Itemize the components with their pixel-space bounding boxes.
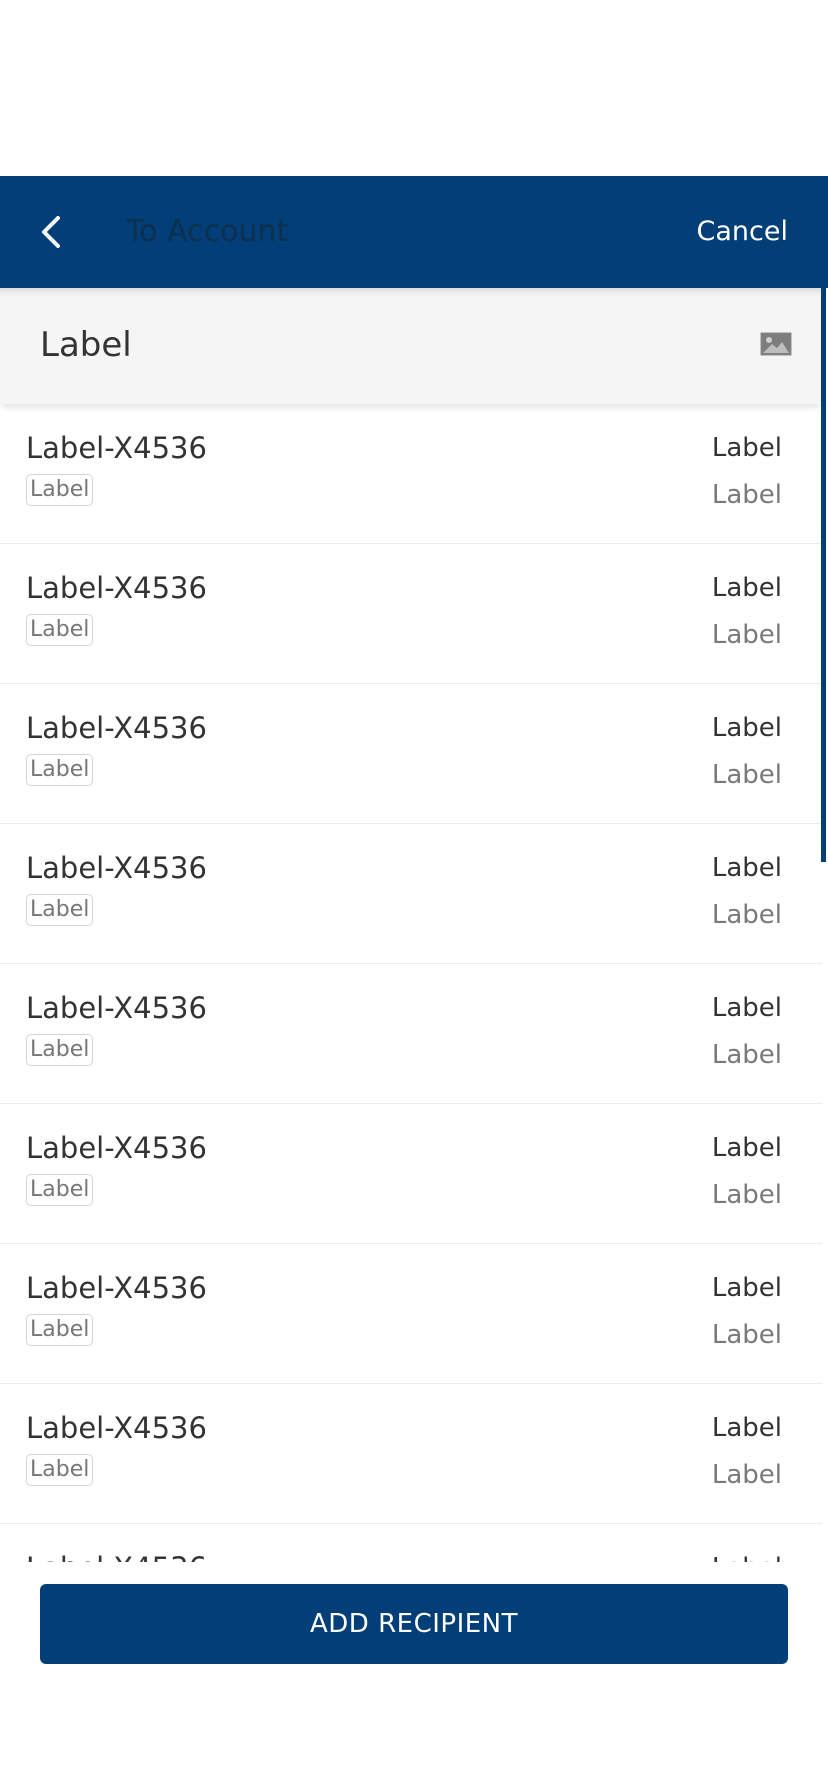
recipient-row[interactable]: Label-X4536 Label Label Label <box>0 544 822 684</box>
recipient-secondary-value: Label <box>711 1040 782 1070</box>
recipient-primary-value: Label <box>711 433 782 463</box>
header-bar: To Account Cancel <box>0 176 828 288</box>
recipient-row[interactable]: Label-X4536 Label Label Label <box>0 404 822 544</box>
recipient-tag: Label <box>26 1034 94 1066</box>
recipient-tag: Label <box>26 614 94 646</box>
recipient-primary-value: Label <box>712 1548 782 1562</box>
recipient-row[interactable]: Label-X4536 Label Label Label <box>0 1244 822 1384</box>
cancel-button[interactable]: Cancel <box>697 208 788 256</box>
back-button[interactable] <box>26 204 76 260</box>
recipient-tag: Label <box>26 754 94 786</box>
section-header: Label <box>0 288 822 404</box>
recipient-secondary-value: Label <box>711 760 782 790</box>
page-title: To Account <box>126 214 289 249</box>
recipient-tag: Label <box>26 1314 94 1346</box>
recipient-name: Label-X4536 <box>26 1131 207 1165</box>
recipient-picker-screen: To Account Cancel Label Label-X4536 Label… <box>0 0 828 1792</box>
recipient-tag: Label <box>26 1454 94 1486</box>
recipient-row[interactable]: Label-X4536 Label Label Label <box>0 1384 822 1524</box>
recipient-row[interactable]: Label-X4536LabelLabelLabel <box>0 1524 822 1562</box>
recipient-secondary-value: Label <box>711 620 782 650</box>
recipient-name: Label-X4536 <box>26 991 207 1025</box>
recipient-primary-value: Label <box>711 1133 782 1163</box>
recipient-list-viewport: Label-X4536 Label Label Label Label-X4536 Lab… <box>0 404 822 1562</box>
recipient-secondary-value: Label <box>711 1460 782 1490</box>
recipient-primary-value: Label <box>711 993 782 1023</box>
recipient-row[interactable]: Label-X4536 Label Label Label <box>0 684 822 824</box>
recipient-name: Label-X4536 <box>26 851 207 885</box>
recipient-row[interactable]: Label-X4536 Label Label Label <box>0 1104 822 1244</box>
recipient-primary-value: Label <box>711 1413 782 1443</box>
recipient-name: Label-X4536 <box>26 1548 207 1562</box>
recipient-name: Label-X4536 <box>26 1411 207 1445</box>
recipient-secondary-value: Label <box>711 900 782 930</box>
recipient-tag: Label <box>26 474 94 506</box>
recipient-primary-value: Label <box>711 713 782 743</box>
recipient-tag: Label <box>26 1174 94 1206</box>
recipient-secondary-value: Label <box>711 480 782 510</box>
recipient-list: Label-X4536 Label Label Label Label-X4536 Lab… <box>0 404 822 1562</box>
add-recipient-button[interactable]: ADD RECIPIENT <box>40 1584 788 1664</box>
recipient-name: Label-X4536 <box>26 431 207 465</box>
recipient-primary-value: Label <box>711 573 782 603</box>
recipient-name: Label-X4536 <box>26 571 207 605</box>
recipient-primary-value: Label <box>711 1273 782 1303</box>
recipient-row[interactable]: Label-X4536 Label Label Label <box>0 824 822 964</box>
recipient-name: Label-X4536 <box>26 1271 207 1305</box>
recipient-secondary-value: Label <box>711 1180 782 1210</box>
recipient-secondary-value: Label <box>711 1320 782 1350</box>
image-icon[interactable] <box>760 332 792 356</box>
section-label: Label <box>40 325 132 365</box>
recipient-name: Label-X4536 <box>26 711 207 745</box>
recipient-primary-value: Label <box>711 853 782 883</box>
recipient-tag: Label <box>26 894 94 926</box>
footer: ADD RECIPIENT <box>0 1562 828 1792</box>
chevron-left-icon <box>42 216 60 248</box>
recipient-row[interactable]: Label-X4536 Label Label Label <box>0 964 822 1104</box>
list-scrollbar[interactable] <box>821 288 826 862</box>
